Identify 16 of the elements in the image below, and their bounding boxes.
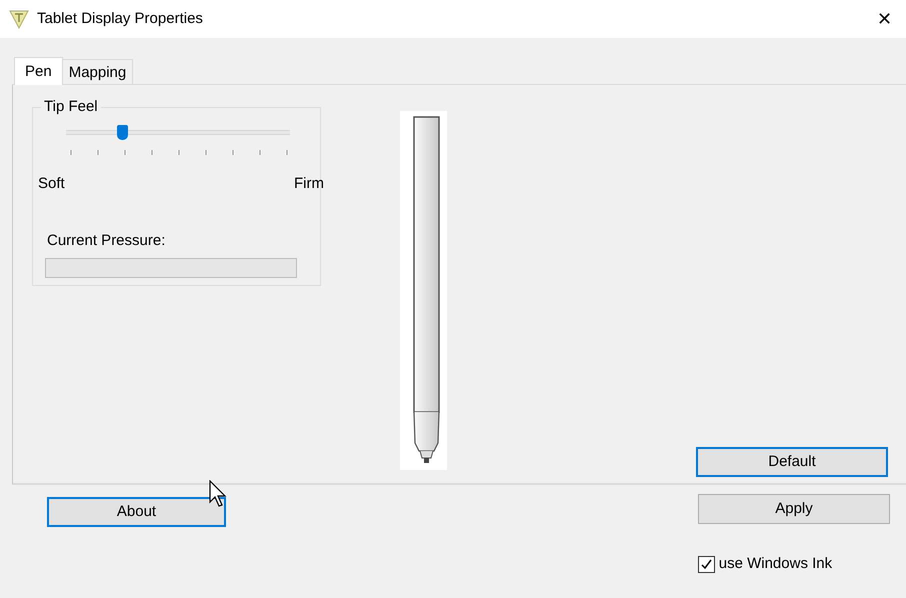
mouse-cursor-icon <box>209 480 227 508</box>
group-title: Tip Feel <box>41 98 101 116</box>
pressure-label: Current Pressure: <box>47 231 166 251</box>
app-icon <box>9 9 29 29</box>
checkbox-label: use Windows Ink <box>718 554 832 574</box>
soft-label: Soft <box>38 174 65 194</box>
about-button[interactable]: About <box>47 497 226 527</box>
firm-label: Firm <box>294 174 324 194</box>
tab[interactable]: Mapping <box>62 59 134 84</box>
close-button[interactable]: ✕ <box>871 10 898 28</box>
window-title: Tablet Display Properties <box>37 8 203 29</box>
default-button[interactable]: Default <box>696 447 888 477</box>
slider-thumb[interactable] <box>117 125 128 140</box>
tab[interactable]: Pen <box>14 57 63 85</box>
checkbox[interactable] <box>698 556 715 573</box>
apply-button[interactable]: Apply <box>698 494 890 524</box>
